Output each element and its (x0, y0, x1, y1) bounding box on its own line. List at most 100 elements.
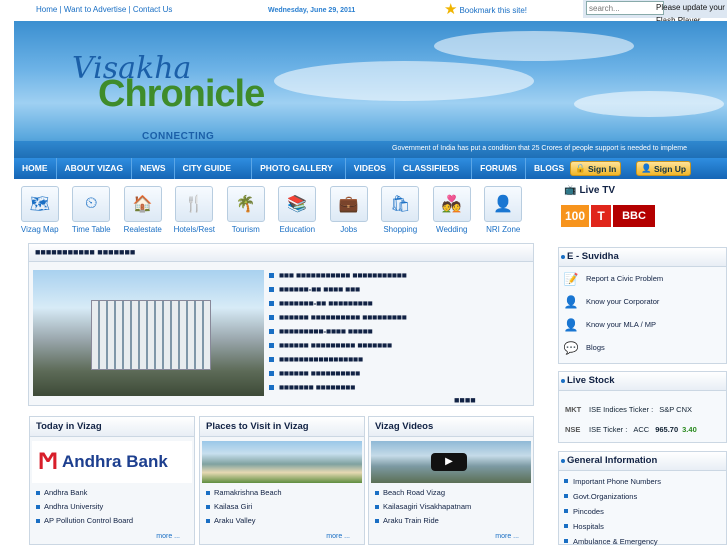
e-suvidha-title: E - Suvidha (559, 248, 726, 267)
blogs-item[interactable]: 💬 Blogs (559, 336, 726, 359)
category-vizag-map[interactable]: 🗺 Vizag Map (14, 184, 66, 239)
nav-classifieds[interactable]: CLASSIFIEDS (395, 158, 473, 179)
know-mla-item[interactable]: 👤 Know your MLA / MP (559, 313, 726, 336)
sign-up-button[interactable]: 👤 Sign Up (636, 161, 692, 176)
know-corporator-item[interactable]: 👤 Know your Corporator (559, 290, 726, 313)
news-item[interactable]: ■■■■■■-■■ ■■■■ ■■■ (269, 282, 407, 296)
more-link[interactable]: more ... (495, 533, 519, 540)
news-item[interactable]: ■■■■■■ ■■■■■■■■■■ ■■■■■■■■■ (269, 310, 407, 324)
category-time-table[interactable]: ⏲ Time Table (66, 184, 118, 239)
places-image[interactable] (202, 441, 362, 483)
nav-news[interactable]: NEWS (132, 158, 175, 179)
category-label: Education (279, 225, 316, 234)
list-item[interactable]: Andhra University (30, 500, 194, 514)
news-photo[interactable] (33, 270, 264, 396)
report-civic-item[interactable]: 📝 Report a Civic Problem (559, 267, 726, 290)
restaurant-icon: 🍴 (175, 186, 214, 222)
news-pager[interactable]: ■■■■ (454, 395, 476, 405)
live-tv-title: Live TV (579, 185, 616, 196)
general-item[interactable]: Govt.Organizations (559, 489, 726, 504)
nav-videos[interactable]: VIDEOS (346, 158, 395, 179)
list-item[interactable]: Ramakrishna Beach (200, 486, 364, 500)
site-header: Visakha Chronicle CONNECTING VIZAGITES (14, 21, 727, 158)
channel-tv9-logo[interactable]: T (591, 205, 611, 227)
general-item[interactable]: Ambulance & Emergency (559, 534, 726, 549)
sign-in-label: Sign In (587, 163, 617, 174)
andhra-bank-banner[interactable]: Ϻ Andhra Bank (32, 441, 192, 483)
news-item[interactable]: ■■■ ■■■■■■■■■■■ ■■■■■■■■■■■ (269, 268, 407, 282)
bookmark-link[interactable]: ★ Bookmark this site! (444, 2, 528, 17)
today-in-vizag-panel: Today in Vizag Ϻ Andhra Bank Andhra Bank … (29, 416, 195, 545)
person-icon: 👤 (563, 317, 579, 332)
category-education[interactable]: 📚 Education (272, 184, 324, 239)
category-label: Wedding (436, 225, 468, 234)
category-label: Shopping (383, 225, 418, 234)
bag-icon: 🛍 (381, 186, 420, 222)
category-jobs[interactable]: 💼 Jobs (323, 184, 375, 239)
bookmark-label: Bookmark this site! (459, 5, 528, 15)
list-item[interactable]: Kailasagiri Visakhapatnam (369, 500, 533, 514)
building-image (91, 300, 211, 370)
nav-about-vizag[interactable]: ABOUT VIZAG (57, 158, 133, 179)
live-stock-panel: Live Stock MKT ISE Indices Ticker : S&P … (558, 371, 727, 443)
category-shopping[interactable]: 🛍 Shopping (375, 184, 427, 239)
news-item[interactable]: ■■■■■■ ■■■■■■■■■■ (269, 366, 407, 380)
list-item[interactable]: Beach Road Vizag (369, 486, 533, 500)
list-item[interactable]: Kailasa Giri (200, 500, 364, 514)
category-label: Realestate (123, 225, 162, 234)
list-item[interactable]: Andhra Bank (30, 486, 194, 500)
category-label: Tourism (231, 225, 260, 234)
news-item[interactable]: ■■■■■■■-■■ ■■■■■■■■■ (269, 296, 407, 310)
news-title: ■■■■■■■■■■■ ■■■■■■■ (29, 244, 533, 262)
list-item[interactable]: Araku Valley (200, 514, 364, 528)
category-realestate[interactable]: 🏠 Realestate (117, 184, 169, 239)
list-item[interactable]: Araku Train Ride (369, 514, 533, 528)
list-item[interactable]: AP Pollution Control Board (30, 514, 194, 528)
news-item[interactable]: ■■■■■■■■■-■■■■ ■■■■■ (269, 324, 407, 338)
video-thumbnail[interactable]: ▶ (371, 441, 531, 483)
nav-forums[interactable]: FORUMS (472, 158, 526, 179)
category-label: Hotels/Rest (173, 225, 215, 234)
news-item[interactable]: ■■■■■■ ■■■■■■■■■ ■■■■■■■ (269, 338, 407, 352)
clock-icon: ⏲ (72, 186, 111, 222)
home-link[interactable]: Home (36, 5, 57, 14)
category-label: Jobs (340, 225, 358, 234)
category-nri-zone[interactable]: 👤 NRI Zone (478, 184, 530, 239)
advertise-link[interactable]: Want to Advertise (64, 5, 126, 14)
more-link[interactable]: more ... (156, 533, 180, 540)
general-info-title: General Information (559, 452, 726, 471)
category-hotels[interactable]: 🍴 Hotels/Rest (169, 184, 221, 239)
channel-100-logo[interactable]: 100 (561, 205, 589, 227)
item-label: Blogs (586, 343, 605, 352)
general-info-panel: General Information Important Phone Numb… (558, 451, 727, 546)
general-item[interactable]: Important Phone Numbers (559, 474, 726, 489)
ticker-index: ACC (633, 424, 650, 434)
house-icon: 🏠 (123, 186, 162, 222)
e-suvidha-panel: E - Suvidha 📝 Report a Civic Problem 👤 Kno… (558, 247, 727, 364)
logo-line2: Chronicle (98, 73, 265, 115)
site-logo[interactable]: Visakha Chronicle CONNECTING VIZAGITES (58, 51, 265, 153)
nav-city-guide[interactable]: CITY GUIDE (175, 158, 253, 179)
news-ticker[interactable]: Government of India has put a condition … (14, 141, 727, 158)
stock-row[interactable]: NSE ISE Ticker : ACC 965.70 3.40 (559, 419, 726, 439)
report-icon: 📝 (563, 271, 579, 286)
search-input[interactable] (586, 1, 664, 15)
main-nav: HOME ABOUT VIZAG NEWS CITY GUIDE PHOTO G… (14, 158, 727, 179)
user-icon: 👤 (641, 163, 652, 173)
sign-in-button[interactable]: 🔒 Sign In (570, 161, 622, 176)
nav-photo-gallery[interactable]: PHOTO GALLERY (252, 158, 346, 179)
bank-name: Andhra Bank (62, 452, 168, 471)
news-item[interactable]: ■■■■■■■ ■■■■■■■■ (269, 380, 407, 394)
nav-blogs[interactable]: BLOGS (526, 158, 572, 179)
category-wedding[interactable]: 💑 Wedding (426, 184, 478, 239)
play-icon[interactable]: ▶ (431, 453, 467, 471)
stock-row[interactable]: MKT ISE Indices Ticker : S&P CNX (559, 399, 726, 419)
general-item[interactable]: Pincodes (559, 504, 726, 519)
channel-bbc-logo[interactable]: BBC (613, 205, 655, 227)
news-item[interactable]: ■■■■■■■■■■■■■■■■■ (269, 352, 407, 366)
general-item[interactable]: Hospitals (559, 519, 726, 534)
category-tourism[interactable]: 🌴 Tourism (220, 184, 272, 239)
more-link[interactable]: more ... (326, 533, 350, 540)
contact-link[interactable]: Contact Us (133, 5, 173, 14)
nav-home[interactable]: HOME (14, 158, 57, 179)
